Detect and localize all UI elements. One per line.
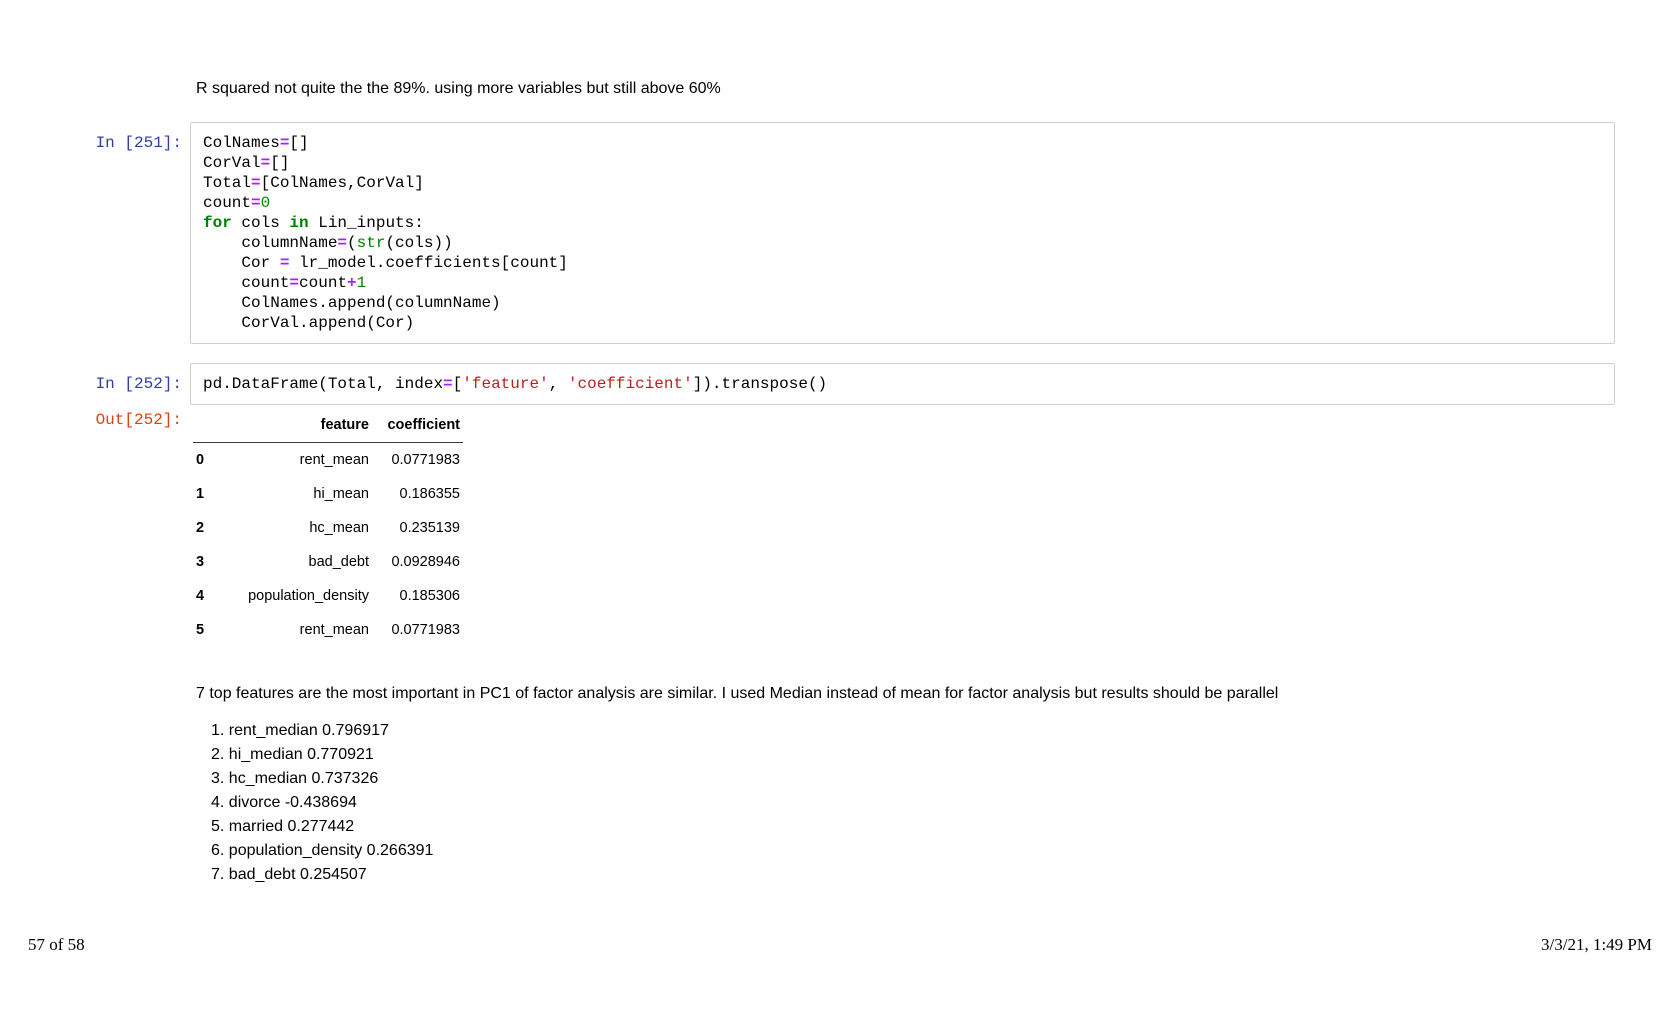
list-item: 1. rent_median 0.796917: [211, 719, 433, 743]
output-cell-252: Out[252]: featurecoefficient 0rent_mean0…: [86, 408, 463, 647]
output-prompt-252: Out[252]:: [86, 408, 182, 430]
markdown-note-features: 7 top features are the most important in…: [196, 683, 1456, 704]
table-row: 4population_density0.185306: [193, 579, 463, 613]
table-cell: 0: [193, 443, 226, 478]
input-prompt-252: In [252]:: [86, 363, 182, 394]
dataframe-table-header: featurecoefficient: [193, 408, 463, 443]
column-header-coefficient: coefficient: [372, 408, 463, 443]
code-cell-251: In [251]: ColNames=[] CorVal=[] Total=[C…: [86, 122, 1615, 344]
list-item: 6. population_density 0.266391: [211, 839, 433, 863]
list-item: 3. hc_median 0.737326: [211, 767, 433, 791]
table-cell: 0.186355: [372, 477, 463, 511]
dataframe-table: featurecoefficient 0rent_mean0.07719831h…: [193, 408, 463, 647]
table-cell: 0.0771983: [372, 613, 463, 647]
markdown-note-rsquared: R squared not quite the the 89%. using m…: [196, 78, 1456, 99]
table-cell: 0.0771983: [372, 443, 463, 478]
table-cell: 0.235139: [372, 511, 463, 545]
column-header-index: [193, 408, 226, 443]
table-cell: 0.0928946: [372, 545, 463, 579]
table-cell: 3: [193, 545, 226, 579]
code-text-251: ColNames=[] CorVal=[] Total=[ColNames,Co…: [203, 133, 1602, 333]
list-item: 5. married 0.277442: [211, 815, 433, 839]
page-number: 57 of 58: [28, 935, 85, 955]
table-cell: 1: [193, 477, 226, 511]
table-row: 5rent_mean0.0771983: [193, 613, 463, 647]
table-cell: 2: [193, 511, 226, 545]
code-text-252: pd.DataFrame(Total, index=['feature', 'c…: [203, 374, 1602, 394]
table-row: 2hc_mean0.235139: [193, 511, 463, 545]
code-input-area-251: ColNames=[] CorVal=[] Total=[ColNames,Co…: [190, 122, 1615, 344]
table-cell: population_density: [226, 579, 372, 613]
print-timestamp: 3/3/21, 1:49 PM: [1541, 935, 1652, 955]
table-cell: rent_mean: [226, 443, 372, 478]
feature-importance-list: 1. rent_median 0.7969172. hi_median 0.77…: [211, 719, 433, 887]
code-input-area-252: pd.DataFrame(Total, index=['feature', 'c…: [190, 363, 1615, 405]
table-cell: 4: [193, 579, 226, 613]
input-prompt-251: In [251]:: [86, 122, 182, 153]
code-cell-252: In [252]: pd.DataFrame(Total, index=['fe…: [86, 363, 1615, 405]
list-item: 7. bad_debt 0.254507: [211, 863, 433, 887]
table-cell: rent_mean: [226, 613, 372, 647]
table-row: 0rent_mean0.0771983: [193, 443, 463, 478]
list-item: 2. hi_median 0.770921: [211, 743, 433, 767]
table-row: 3bad_debt0.0928946: [193, 545, 463, 579]
table-cell: hi_mean: [226, 477, 372, 511]
table-cell: hc_mean: [226, 511, 372, 545]
output-area-252: featurecoefficient 0rent_mean0.07719831h…: [193, 408, 463, 647]
notebook-page: R squared not quite the the 89%. using m…: [0, 0, 1680, 1020]
table-row: 1hi_mean0.186355: [193, 477, 463, 511]
table-cell: 5: [193, 613, 226, 647]
list-item: 4. divorce -0.438694: [211, 791, 433, 815]
table-cell: bad_debt: [226, 545, 372, 579]
table-cell: 0.185306: [372, 579, 463, 613]
column-header-feature: feature: [226, 408, 372, 443]
